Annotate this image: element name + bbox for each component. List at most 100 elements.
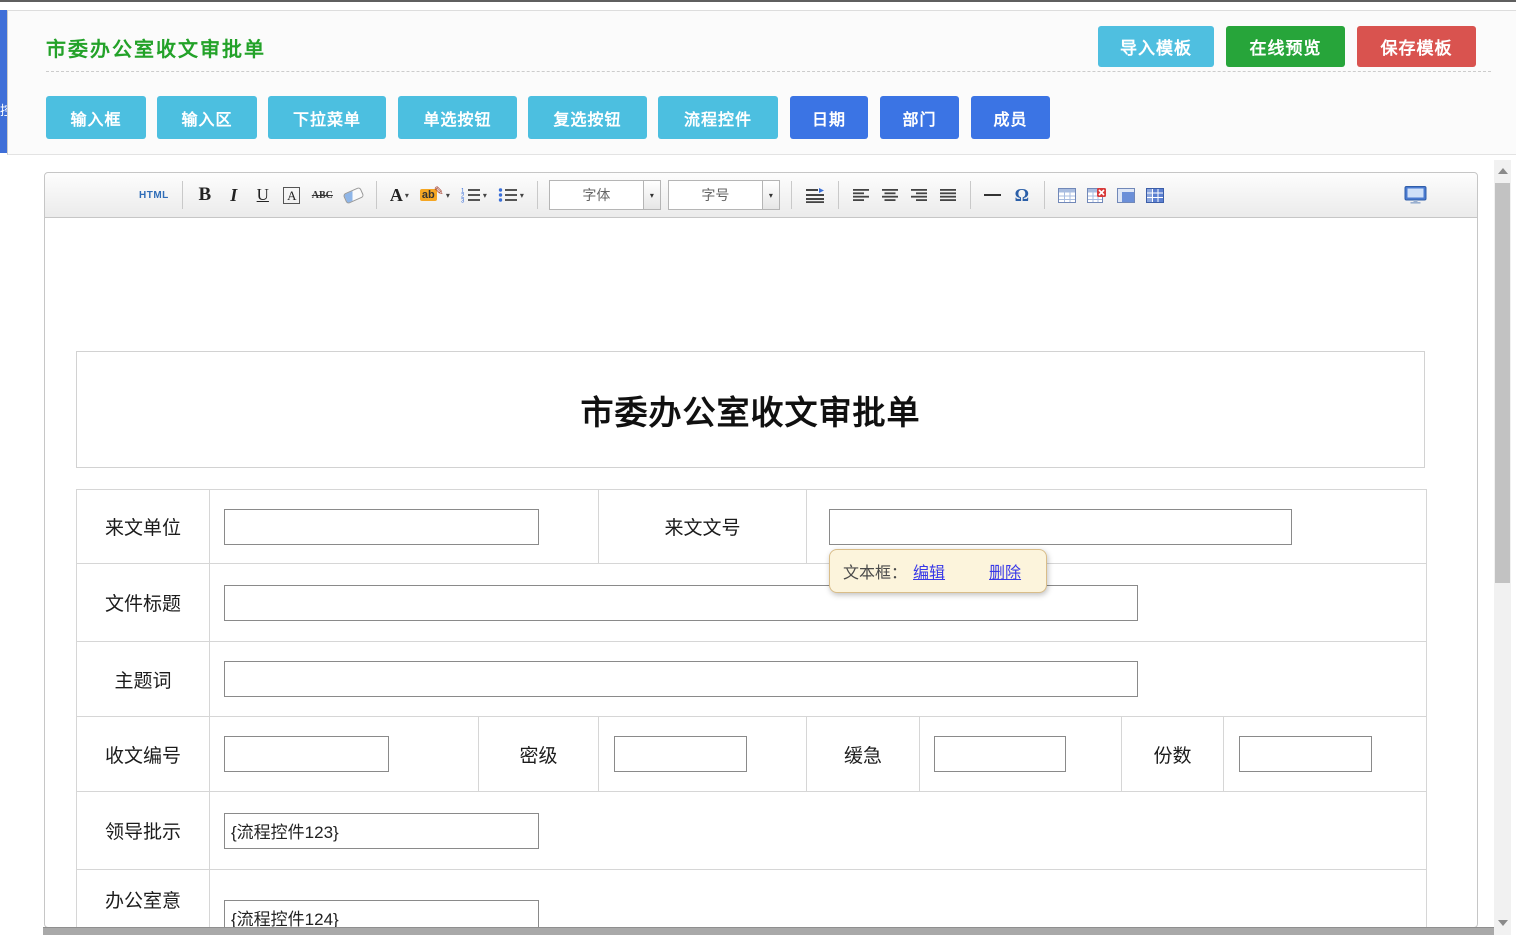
insert-department-button[interactable]: 部门 — [880, 96, 959, 139]
insert-dropdown-button[interactable]: 下拉菜单 — [268, 96, 386, 139]
ordered-list-button[interactable]: 123 ▾ — [459, 180, 489, 210]
bold-button[interactable]: B — [194, 180, 216, 210]
insert-table-icon — [1058, 188, 1076, 203]
tooltip-delete-link[interactable]: 删除 — [989, 559, 1021, 583]
label-receipt-no: 收文编号 — [77, 717, 210, 792]
toolbar-separator — [376, 181, 377, 209]
fullscreen-button[interactable] — [1402, 180, 1429, 210]
scrollbar-thumb[interactable] — [1495, 183, 1510, 583]
font-family-select[interactable]: 字体 ▾ — [549, 180, 661, 210]
italic-button[interactable]: I — [223, 180, 245, 210]
chevron-down-icon[interactable]: ▾ — [643, 181, 660, 209]
chevron-down-icon: ▾ — [405, 191, 409, 200]
label-secrecy: 密级 — [479, 717, 599, 792]
align-right-icon — [910, 188, 928, 202]
header-panel: 市委办公室收文审批单 导入模板 在线预览 保存模板 输入框 输入区 下拉菜单 单… — [7, 10, 1516, 155]
insert-input-box-button[interactable]: 输入框 — [46, 96, 146, 139]
toolbar-separator — [791, 181, 792, 209]
label-urgency: 缓急 — [807, 717, 920, 792]
strikethrough-button[interactable]: ABC — [310, 180, 335, 210]
align-left-icon — [852, 188, 870, 202]
chevron-down-icon: ▾ — [446, 191, 450, 200]
underline-button[interactable]: U — [252, 180, 274, 210]
label-office-opinion: 办公室意 — [77, 870, 210, 928]
indent-icon — [805, 188, 825, 203]
source-unit-input[interactable] — [224, 509, 539, 545]
scroll-up-arrow[interactable] — [1494, 162, 1511, 179]
receipt-no-input[interactable] — [224, 736, 389, 772]
eraser-icon — [342, 186, 364, 204]
save-template-button[interactable]: 保存模板 — [1357, 26, 1476, 67]
toolbar-separator — [1044, 181, 1045, 209]
bold-icon: B — [198, 184, 211, 206]
insert-table-button[interactable] — [1056, 180, 1078, 210]
tooltip-label: 文本框： — [843, 559, 907, 583]
triangle-up-icon — [1498, 168, 1508, 174]
align-center-icon — [881, 188, 899, 202]
window-top-edge — [0, 0, 1516, 2]
editor-toolbar: HTML B I U A ABC A▾ ab✎▾ 123 ▾ ▾ 字体 ▾ — [45, 173, 1477, 218]
doc-number-input[interactable] — [829, 509, 1292, 545]
insert-textarea-button[interactable]: 输入区 — [157, 96, 257, 139]
secrecy-input[interactable] — [614, 736, 747, 772]
delete-table-button[interactable] — [1085, 180, 1108, 210]
online-preview-button[interactable]: 在线预览 — [1226, 26, 1345, 67]
unordered-list-button[interactable]: ▾ — [496, 180, 526, 210]
toolbar-separator — [182, 181, 183, 209]
align-justify-icon — [939, 188, 957, 202]
toolbar-separator — [537, 181, 538, 209]
keywords-input[interactable] — [224, 661, 1138, 697]
insert-radio-button[interactable]: 单选按钮 — [398, 96, 517, 139]
align-left-button[interactable] — [850, 180, 872, 210]
insert-member-button[interactable]: 成员 — [971, 96, 1050, 139]
cell-secrecy — [599, 717, 807, 792]
fullscreen-icon — [1404, 186, 1427, 204]
underline-icon: U — [257, 185, 269, 205]
html-source-icon: HTML — [139, 190, 169, 201]
font-family-value: 字体 — [550, 181, 643, 209]
align-center-button[interactable] — [879, 180, 901, 210]
chevron-down-icon[interactable]: ▾ — [762, 181, 779, 209]
import-template-button[interactable]: 导入模板 — [1098, 26, 1214, 67]
highlight-button[interactable]: ab✎▾ — [418, 180, 452, 210]
font-size-value: 字号 — [669, 181, 762, 209]
leader-note-input[interactable] — [224, 813, 539, 849]
copies-input[interactable] — [1239, 736, 1372, 772]
chevron-down-icon: ▾ — [483, 191, 487, 200]
label-source-unit: 来文单位 — [77, 490, 210, 564]
scroll-down-arrow[interactable] — [1494, 914, 1511, 931]
horizontal-rule-button[interactable] — [982, 180, 1004, 210]
form-title-block[interactable]: 市委办公室收文审批单 — [76, 351, 1425, 468]
special-char-icon: Ω — [1015, 185, 1029, 206]
table-cell-button[interactable] — [1115, 180, 1137, 210]
insert-flow-control-button[interactable]: 流程控件 — [658, 96, 778, 139]
label-doc-number: 来文文号 — [599, 490, 807, 564]
page-title: 市委办公室收文审批单 — [46, 33, 266, 62]
toolbar-separator — [838, 181, 839, 209]
vertical-scrollbar[interactable] — [1494, 160, 1511, 935]
richtext-editor: HTML B I U A ABC A▾ ab✎▾ 123 ▾ ▾ 字体 ▾ — [44, 172, 1478, 928]
table-grid-button[interactable] — [1144, 180, 1166, 210]
font-size-select[interactable]: 字号 ▾ — [668, 180, 780, 210]
font-box-button[interactable]: A — [281, 180, 303, 210]
insert-date-button[interactable]: 日期 — [790, 96, 868, 139]
table-grid-icon — [1146, 188, 1164, 203]
tooltip-edit-link[interactable]: 编辑 — [913, 559, 945, 583]
urgency-input[interactable] — [934, 736, 1066, 772]
html-source-button[interactable]: HTML — [137, 180, 171, 210]
special-char-button[interactable]: Ω — [1011, 180, 1033, 210]
indent-button[interactable] — [803, 180, 827, 210]
strikethrough-icon: ABC — [312, 190, 333, 201]
eraser-button[interactable] — [342, 180, 365, 210]
sidebar-text-fragment: 控 — [0, 100, 7, 118]
font-box-icon: A — [283, 187, 300, 204]
unordered-list-icon — [498, 187, 518, 203]
office-opinion-input[interactable] — [224, 900, 539, 929]
align-justify-button[interactable] — [937, 180, 959, 210]
form-title: 市委办公室收文审批单 — [581, 386, 921, 434]
align-right-button[interactable] — [908, 180, 930, 210]
toolbar-separator — [970, 181, 971, 209]
font-color-button[interactable]: A▾ — [388, 180, 411, 210]
cell-copies — [1224, 717, 1427, 792]
insert-checkbox-button[interactable]: 复选按钮 — [528, 96, 647, 139]
